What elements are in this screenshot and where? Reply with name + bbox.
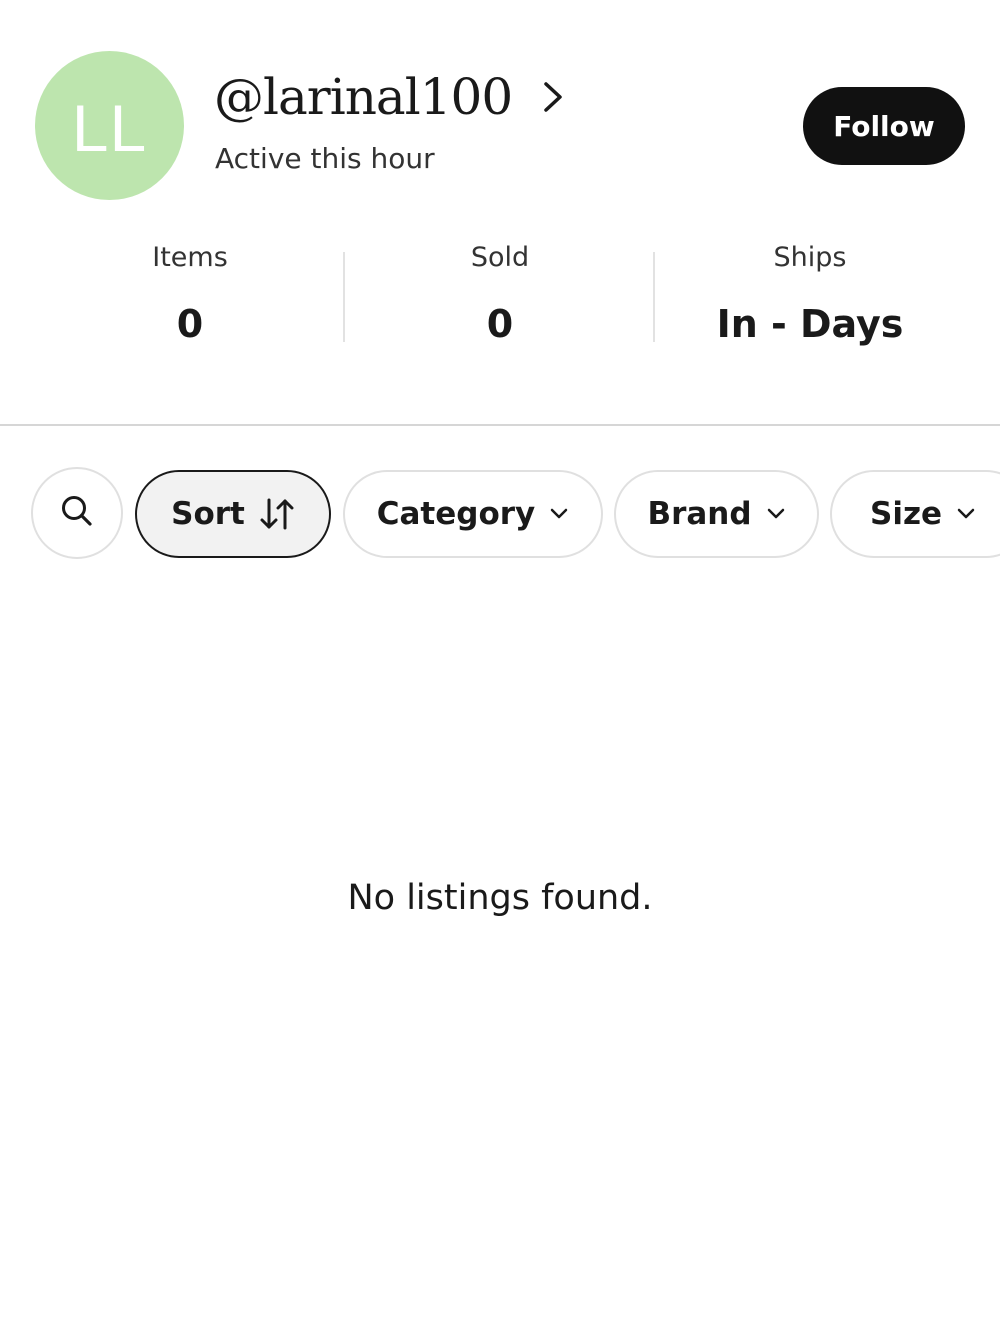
stat-sold-label: Sold: [470, 242, 530, 273]
username: @larinal100: [214, 68, 513, 126]
sort-label: Sort: [171, 496, 245, 532]
sort-button[interactable]: Sort: [135, 470, 331, 558]
section-divider: [0, 424, 1000, 426]
stat-ships-label: Ships: [773, 242, 847, 273]
brand-label: Brand: [647, 496, 752, 532]
stat-ships-value: In - Days: [716, 302, 904, 346]
stat-ships: Ships In - Days: [655, 240, 965, 350]
chevron-down-icon: [956, 507, 976, 521]
stats-row: Items 0 Sold 0 Ships In - Days: [35, 240, 965, 350]
chevron-down-icon: [549, 507, 569, 521]
size-filter[interactable]: Size: [830, 470, 1000, 558]
chevron-right-icon: [542, 80, 572, 114]
stat-items-label: Items: [152, 242, 228, 273]
chevron-down-icon: [766, 507, 786, 521]
username-link[interactable]: @larinal100: [214, 68, 572, 126]
stat-sold: Sold 0: [345, 240, 655, 350]
search-button[interactable]: [31, 467, 123, 559]
filter-bar: Sort Category Brand Size: [0, 466, 1000, 562]
avatar[interactable]: LL: [35, 51, 184, 200]
empty-state-message: No listings found.: [347, 878, 653, 918]
category-label: Category: [376, 496, 536, 532]
brand-filter[interactable]: Brand: [614, 470, 819, 558]
stat-items-value: 0: [176, 302, 204, 346]
stat-sold-value: 0: [486, 302, 514, 346]
search-icon: [59, 493, 95, 533]
category-filter[interactable]: Category: [343, 470, 603, 558]
stat-items: Items 0: [35, 240, 345, 350]
size-label: Size: [870, 496, 943, 532]
avatar-initials: LL: [71, 90, 148, 165]
follow-button[interactable]: Follow: [803, 87, 965, 165]
active-status: Active this hour: [215, 142, 435, 175]
sort-arrows-icon: [259, 497, 295, 531]
